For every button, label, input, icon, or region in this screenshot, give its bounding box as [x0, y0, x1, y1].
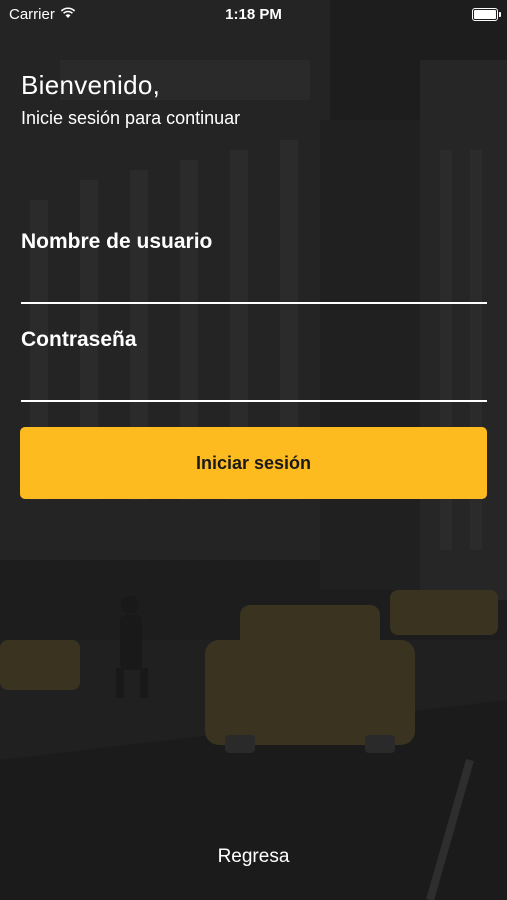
back-link[interactable]: Regresa: [0, 846, 507, 868]
status-time: 1:18 PM: [225, 6, 282, 23]
username-label: Nombre de usuario: [21, 230, 213, 253]
welcome-title: Bienvenido,: [21, 70, 161, 100]
password-input[interactable]: [21, 364, 487, 394]
username-underline: [21, 302, 487, 304]
battery-icon: [472, 8, 501, 21]
status-bar: Carrier 1:18 PM: [0, 0, 507, 28]
login-button-label: Iniciar sesión: [195, 452, 312, 473]
password-underline: [21, 400, 487, 402]
welcome-subtitle: Inicie sesión para continuar: [21, 108, 241, 128]
login-screen: Carrier 1:18 PM Bienvenido, Inicie sesió…: [0, 0, 507, 900]
username-input[interactable]: [21, 266, 487, 296]
password-label: Contraseña: [21, 328, 137, 351]
login-button[interactable]: Iniciar sesión: [20, 427, 487, 499]
